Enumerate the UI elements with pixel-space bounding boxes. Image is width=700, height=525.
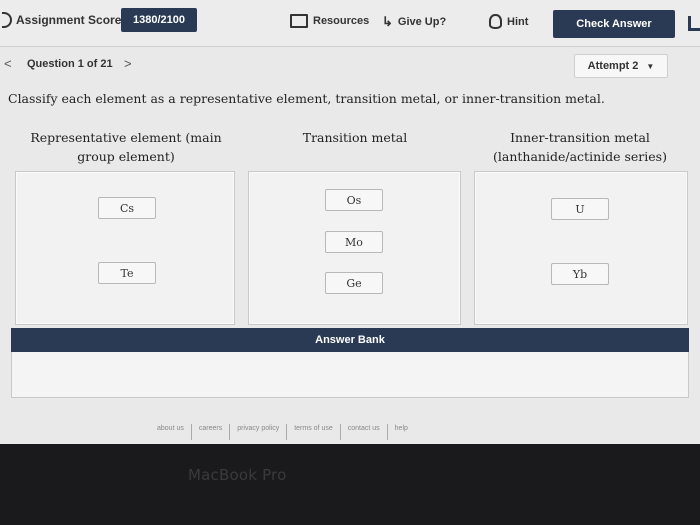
footer-link-help[interactable]: help bbox=[388, 424, 415, 440]
check-answer-button[interactable]: Check Answer bbox=[553, 10, 675, 38]
footer-links: about us careers privacy policy terms of… bbox=[0, 424, 700, 440]
category-heading-transition: Transition metal bbox=[302, 130, 408, 145]
element-chip[interactable]: Yb bbox=[551, 263, 609, 285]
question-counter: Question 1 of 21 bbox=[27, 58, 113, 70]
footer-link-careers[interactable]: careers bbox=[192, 424, 231, 440]
assignment-score-label: Assignment Score: bbox=[2, 12, 125, 28]
answer-bank-area[interactable] bbox=[11, 352, 689, 398]
footer-link-contact[interactable]: contact us bbox=[341, 424, 388, 440]
exit-icon[interactable] bbox=[688, 16, 700, 31]
resources-icon bbox=[290, 14, 308, 28]
score-ring-icon bbox=[2, 12, 12, 28]
drop-bin-transition[interactable]: Os Mo Ge bbox=[248, 171, 461, 325]
attempt-selector[interactable]: Attempt 2 ▼ bbox=[574, 54, 668, 78]
hint-button[interactable]: Hint bbox=[489, 14, 528, 29]
element-chip[interactable]: U bbox=[551, 198, 609, 220]
assignment-score-value: 1380/2100 bbox=[121, 8, 197, 32]
answer-bank-header: Answer Bank bbox=[11, 328, 689, 352]
chevron-down-icon: ▼ bbox=[646, 61, 655, 71]
element-chip[interactable]: Cs bbox=[98, 197, 156, 219]
give-up-icon: ↳ bbox=[382, 14, 393, 29]
footer-link-about[interactable]: about us bbox=[150, 424, 192, 440]
device-label: MacBook Pro bbox=[188, 466, 287, 484]
element-chip[interactable]: Os bbox=[325, 189, 383, 211]
question-prompt: Classify each element as a representativ… bbox=[8, 91, 605, 106]
previous-question-icon[interactable]: < bbox=[4, 56, 12, 71]
footer-link-privacy[interactable]: privacy policy bbox=[230, 424, 288, 440]
element-chip[interactable]: Ge bbox=[325, 272, 383, 294]
app-screen: Assignment Score: 1380/2100 Resources ↳ … bbox=[0, 0, 700, 444]
next-question-icon[interactable]: > bbox=[124, 56, 132, 71]
footer-link-terms[interactable]: terms of use bbox=[287, 424, 341, 440]
category-heading-representative: Representative element (main group eleme… bbox=[30, 130, 222, 164]
give-up-button[interactable]: ↳ Give Up? bbox=[382, 14, 446, 30]
drop-bin-representative[interactable]: Cs Te bbox=[15, 171, 235, 325]
question-navigation: < Question 1 of 21 > Attempt 2 ▼ bbox=[0, 52, 700, 78]
element-chip[interactable]: Mo bbox=[325, 231, 383, 253]
element-chip[interactable]: Te bbox=[98, 262, 156, 284]
top-toolbar: Assignment Score: 1380/2100 Resources ↳ … bbox=[0, 0, 700, 47]
resources-button[interactable]: Resources bbox=[290, 14, 369, 28]
drop-bin-inner-transition[interactable]: U Yb bbox=[474, 171, 688, 325]
category-heading-inner-transition: Inner-transition metal (lanthanide/actin… bbox=[493, 130, 667, 164]
lightbulb-icon bbox=[489, 14, 502, 29]
